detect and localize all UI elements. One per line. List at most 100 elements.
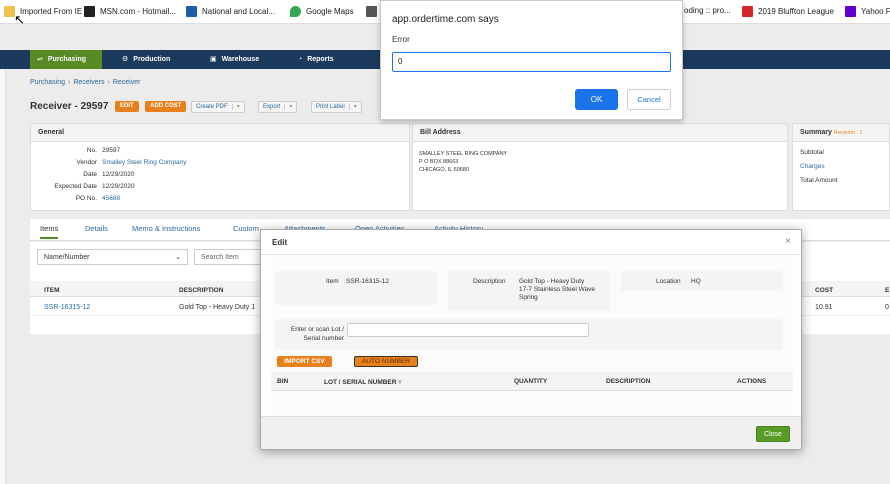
mouse-cursor-icon: ↖ [14,12,25,27]
breadcrumb-purchasing[interactable]: Purchasing [30,79,65,86]
modal-item-value: SSR-16315-12 [346,278,389,285]
chevron-down-icon: ▾ [231,104,240,110]
modal-location-label: Location [656,278,681,285]
item-cost: 10.91 [815,304,833,311]
edit-button[interactable]: EDIT [115,101,139,112]
col-extra: E [885,287,890,294]
bookmark-msn[interactable]: MSN.com - Hotmail... [84,6,176,17]
col-actions: ACTIONS [737,378,767,385]
pie-chart-icon: ◔ [298,56,303,63]
modal-body: Item SSR-16315-12 Description Gold Top -… [271,256,793,418]
bill-address-panel: Bill Address SMALLEY STEEL RING COMPANY … [412,123,788,211]
box-icon: ▣ [210,56,217,63]
vendor-link[interactable]: Smalley Steel Ring Company [102,159,187,166]
revision-label: Revision : 1 [833,130,863,136]
nav-tab-warehouse[interactable]: ▣ Warehouse [210,50,259,69]
item-info: Item SSR-16315-12 [275,271,437,305]
field-label-vendor: Vendor [76,159,97,166]
nav-tab-reports[interactable]: ◔ Reports [298,50,334,69]
modal-title: Edit [272,238,288,247]
summary-charges-link[interactable]: Charges [800,160,838,174]
yahoo-icon [845,6,856,17]
bill-address-header: Bill Address [413,124,787,142]
breadcrumb-receivers[interactable]: Receivers [73,79,104,86]
col-cost: COST [815,287,834,294]
modal-description-label: Description [473,278,506,285]
field-value-expected-date: 12/29/2020 [102,183,135,190]
field-label-po-no: PO No. [75,195,97,202]
league-icon [742,6,753,17]
col-quantity: QUANTITY [514,378,548,385]
modal-item-label: Item [326,278,339,285]
item-filter-select[interactable]: Name/Number ⌄ [37,249,188,265]
description-info: Description Gold Top - Heavy Duty 17-7 S… [448,271,610,311]
summary-total-amount: Total Amount [800,177,838,184]
col-item: ITEM [44,287,60,294]
search-item-input[interactable]: Search Item [194,249,264,265]
tab-details[interactable]: Details [85,224,108,233]
auto-number-button[interactable]: AUTO NUMBER [354,356,418,367]
bookmark-coding[interactable]: oding :: pro... [684,6,731,15]
modal-description-line: Gold Top - Heavy Duty [519,278,585,285]
msn-icon [84,6,95,17]
nav-tab-purchasing[interactable]: ⇌ Purchasing [30,50,102,69]
summary-subtotal: Subtotal [800,149,824,156]
modal-description-line: 17-7 Stainless Steel Wave [519,286,595,293]
modal-description-line: Spring [519,294,538,301]
lot-label: Enter or scan Lot / [290,326,344,333]
field-label-expected-date: Expected Date [54,183,97,190]
modal-footer: Close [261,416,801,449]
map-pin-icon [290,6,301,17]
field-label-no: No. [86,147,97,154]
bookmark-bluffton[interactable]: 2019 Bluffton League [742,6,834,17]
col-bin: BIN [277,378,289,385]
col-lot-description: DESCRIPTION [606,378,651,385]
field-label-date: Date [83,171,97,178]
news-icon [186,6,197,17]
bookmark-news[interactable]: National and Local... [186,6,275,17]
page-title: Receiver - 29597 [30,101,109,112]
close-button[interactable]: Close [756,426,790,442]
breadcrumb-receiver[interactable]: Receiver [113,79,141,86]
bill-address-line: SMALLEY STEEL RING COMPANY [419,151,508,157]
import-csv-button[interactable]: IMPORT CSV [277,356,332,367]
tab-items[interactable]: Items [40,224,59,239]
lot-serial-input[interactable] [347,323,589,337]
ok-button[interactable]: OK [575,89,618,110]
chevron-down-icon: ⌄ [175,254,181,261]
col-lot-serial[interactable]: LOT / SERIAL NUMBER ▾ [324,378,402,386]
chevron-down-icon: ▾ [284,104,293,110]
alert-input[interactable]: 0 [392,52,671,72]
cancel-button[interactable]: Cancel [627,89,671,110]
gears-icon: ⚙ [122,56,129,63]
general-header: General [31,124,409,142]
field-value-date: 12/29/2020 [102,171,135,178]
create-pdf-button[interactable]: Create PDF ▾ [191,101,245,113]
modal-header: Edit × [261,230,801,255]
breadcrumb: Purchasing › Receivers › Receiver [30,79,141,86]
bill-address-line: P O BOX 88663 [419,159,459,165]
sort-icon: ▾ [398,379,402,386]
export-button[interactable]: Export ▾ [258,101,298,113]
lot-entry-row: Enter or scan Lot / Serial number [275,319,783,350]
modal-location-value: HQ [691,278,701,285]
tab-custom[interactable]: Custom [233,224,259,233]
summary-header: Summary [800,129,832,136]
tab-memo[interactable]: Memo & Instructions [132,224,200,233]
close-icon[interactable]: × [785,236,791,247]
bookmark-google-maps[interactable]: Google Maps [290,6,354,17]
print-label-button[interactable]: Print Label ▾ [311,101,362,113]
bookmark-icon [366,6,377,17]
item-link[interactable]: SSR-16315-12 [44,304,90,311]
location-info: Location HQ [621,271,783,291]
po-no-link[interactable]: 45688 [102,195,120,202]
left-sidebar-strip [0,69,6,484]
add-cost-button[interactable]: ADD COST [145,101,187,112]
nav-tab-production[interactable]: ⚙ Production [122,50,170,69]
alert-message: Error [392,35,410,44]
bookmark-yahoo[interactable]: Yahoo F [845,6,890,17]
cart-icon: ⇌ [37,56,43,63]
summary-panel: Summary Revision : 1 Subtotal Charges To… [792,123,890,211]
edit-modal: Edit × Item SSR-16315-12 Description Gol… [260,229,802,450]
field-value-no: 29597 [102,147,121,154]
